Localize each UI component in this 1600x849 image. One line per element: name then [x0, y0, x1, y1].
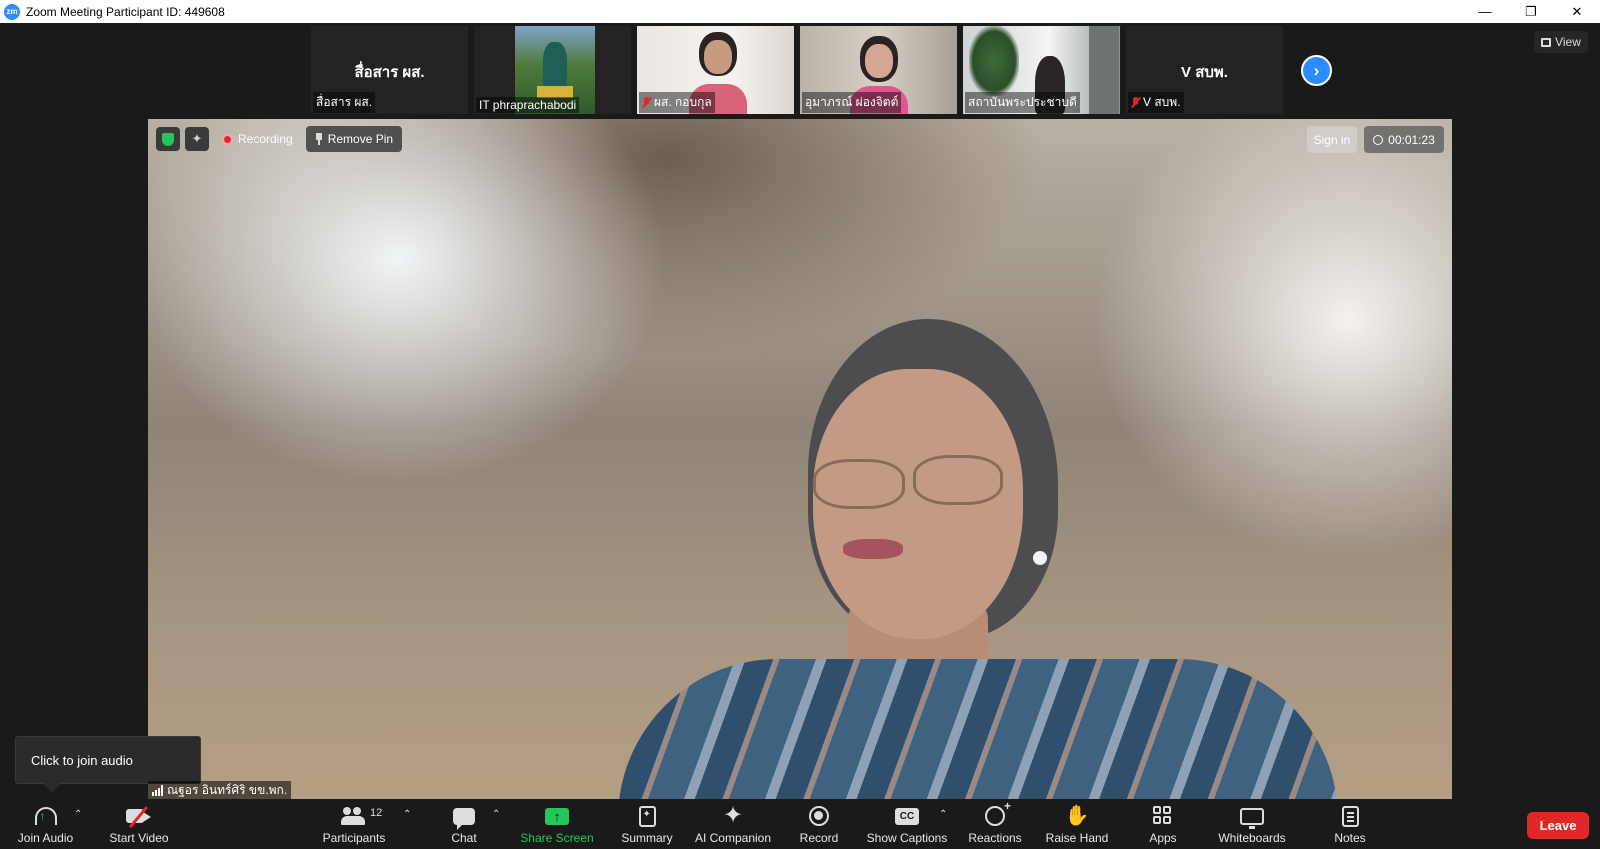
- restore-button[interactable]: ❐: [1508, 0, 1554, 23]
- participant-name-tag: อุมาภรณ์ ผ่องจิตต์: [802, 92, 902, 113]
- participants-label: Participants: [322, 831, 386, 845]
- grid-icon: [1541, 37, 1552, 47]
- captions-icon: CC: [895, 807, 919, 825]
- main-speaker-video: [148, 119, 1452, 799]
- join-audio-button[interactable]: Join Audio: [14, 799, 77, 849]
- zoom-logo-icon: zm: [4, 3, 20, 20]
- participant-name-tag: สื่อสาร ผส.: [313, 92, 376, 113]
- chat-options-chevron-icon[interactable]: ⌃: [492, 809, 500, 820]
- sign-in-button[interactable]: Sign in: [1307, 126, 1357, 153]
- recording-dot-icon: [222, 133, 233, 145]
- share-screen-label: Share Screen: [520, 831, 594, 845]
- show-captions-button[interactable]: CC Show Captions: [866, 799, 948, 849]
- muted-mic-icon: [1131, 97, 1140, 108]
- notes-label: Notes: [1334, 831, 1366, 845]
- apps-icon: [1153, 806, 1173, 826]
- ai-companion-button[interactable]: ✦ AI Companion: [692, 799, 774, 849]
- join-audio-tooltip: Click to join audio: [15, 736, 201, 784]
- participant-display-name: สื่อสาร ผส.: [354, 64, 425, 81]
- video-off-icon: [126, 806, 152, 828]
- glasses-right-lens: [913, 455, 1003, 505]
- record-icon: [809, 806, 829, 826]
- window-title: Zoom Meeting Participant ID: 449608: [26, 4, 225, 19]
- reactions-button[interactable]: Reactions: [968, 799, 1022, 849]
- raise-hand-label: Raise Hand: [1045, 831, 1109, 845]
- raise-hand-button[interactable]: ✋ Raise Hand: [1045, 799, 1109, 849]
- participant-thumbnail[interactable]: สถาบันพระประชาบดี: [963, 26, 1120, 114]
- ai-sparkle-icon[interactable]: ✦: [185, 127, 209, 151]
- remove-pin-label: Remove Pin: [327, 132, 394, 146]
- meeting-timer: 00:01:23: [1364, 126, 1444, 153]
- remove-pin-button[interactable]: Remove Pin: [305, 126, 403, 152]
- audio-options-chevron-icon[interactable]: ⌃: [74, 809, 82, 820]
- start-video-button[interactable]: Start Video: [106, 799, 172, 849]
- timer-value: 00:01:23: [1388, 132, 1435, 147]
- participant-name-tag: IT phraprachabodi: [476, 97, 580, 113]
- view-label: View: [1555, 35, 1581, 49]
- captions-options-chevron-icon[interactable]: ⌃: [939, 809, 947, 820]
- signal-strength-icon: [152, 784, 163, 796]
- chat-label: Chat: [451, 831, 477, 845]
- leave-button[interactable]: Leave: [1527, 812, 1589, 839]
- headset-icon: [34, 807, 57, 825]
- speaker-name-tag: ณฐอร อินทร์ศิริ ขข.พก.: [148, 781, 292, 799]
- raise-hand-icon: ✋: [1064, 805, 1090, 827]
- participant-thumbnail[interactable]: V สบพ. V สบพ.: [1126, 26, 1283, 114]
- start-video-label: Start Video: [109, 831, 169, 845]
- speaker-clothing-shape: [618, 659, 1338, 799]
- encryption-shield-icon[interactable]: [156, 127, 180, 151]
- whiteboard-icon: [1240, 807, 1264, 829]
- participant-name-tag: สถาบันพระประชาบดี: [965, 92, 1080, 113]
- share-screen-icon: ↑: [545, 807, 569, 825]
- close-button[interactable]: ✕: [1554, 0, 1600, 23]
- participant-thumbnail[interactable]: ผส. กอบกุล: [637, 26, 794, 114]
- summary-button[interactable]: Summary: [618, 799, 676, 849]
- participant-name-tag: V สบพ.: [1128, 92, 1184, 113]
- muted-mic-icon: [642, 97, 651, 108]
- view-button[interactable]: View: [1534, 31, 1588, 53]
- record-button[interactable]: Record: [797, 799, 841, 849]
- minimize-button[interactable]: —: [1462, 0, 1508, 23]
- meeting-toolbar: Join Audio ⌃ Start Video Participants 12…: [0, 799, 1600, 849]
- ai-companion-icon: ✦: [722, 802, 744, 829]
- participant-thumbnail[interactable]: IT phraprachabodi: [474, 26, 631, 114]
- summary-icon: [638, 805, 656, 827]
- apps-label: Apps: [1149, 831, 1177, 845]
- share-screen-button[interactable]: ↑ Share Screen: [520, 799, 594, 849]
- participants-icon: [341, 806, 367, 826]
- notes-button[interactable]: Notes: [1331, 799, 1369, 849]
- speaker-lips-shape: [843, 539, 903, 559]
- participant-thumbnail[interactable]: สื่อสาร ผส. สื่อสาร ผส.: [311, 26, 468, 114]
- speaker-earring-shape: [1033, 551, 1047, 565]
- recording-label: Recording: [238, 132, 293, 146]
- participants-options-chevron-icon[interactable]: ⌃: [403, 809, 411, 820]
- record-label: Record: [799, 831, 839, 845]
- join-audio-label: Join Audio: [17, 831, 74, 845]
- chat-button[interactable]: Chat: [444, 799, 484, 849]
- glasses-left-lens: [813, 459, 905, 509]
- participants-count: 12: [370, 807, 383, 819]
- notes-icon: [1341, 805, 1359, 827]
- reactions-label: Reactions: [968, 831, 1022, 845]
- speaker-name: ณฐอร อินทร์ศิริ ขข.พก.: [167, 782, 288, 797]
- apps-button[interactable]: Apps: [1144, 799, 1182, 849]
- window-title-bar: zm Zoom Meeting Participant ID: 449608 —…: [0, 0, 1600, 23]
- next-page-arrow-icon[interactable]: ›: [1301, 55, 1332, 86]
- show-captions-label: Show Captions: [866, 831, 948, 845]
- participant-display-name: V สบพ.: [1181, 64, 1228, 81]
- participant-name-tag: ผส. กอบกุล: [639, 92, 715, 113]
- reactions-icon: [985, 799, 1011, 826]
- whiteboards-label: Whiteboards: [1218, 831, 1286, 845]
- clock-icon: [1373, 134, 1384, 145]
- summary-label: Summary: [621, 831, 673, 845]
- video-overlay-controls: ✦ Recording Remove Pin: [156, 126, 403, 152]
- whiteboards-button[interactable]: Whiteboards: [1216, 799, 1288, 849]
- chat-icon: [453, 807, 475, 830]
- ai-companion-label: AI Companion: [694, 831, 772, 845]
- pin-icon: [315, 133, 323, 145]
- participant-thumbnail[interactable]: อุมาภรณ์ ผ่องจิตต์: [800, 26, 957, 114]
- recording-indicator[interactable]: Recording: [214, 127, 301, 151]
- window-controls: — ❐ ✕: [1462, 0, 1600, 23]
